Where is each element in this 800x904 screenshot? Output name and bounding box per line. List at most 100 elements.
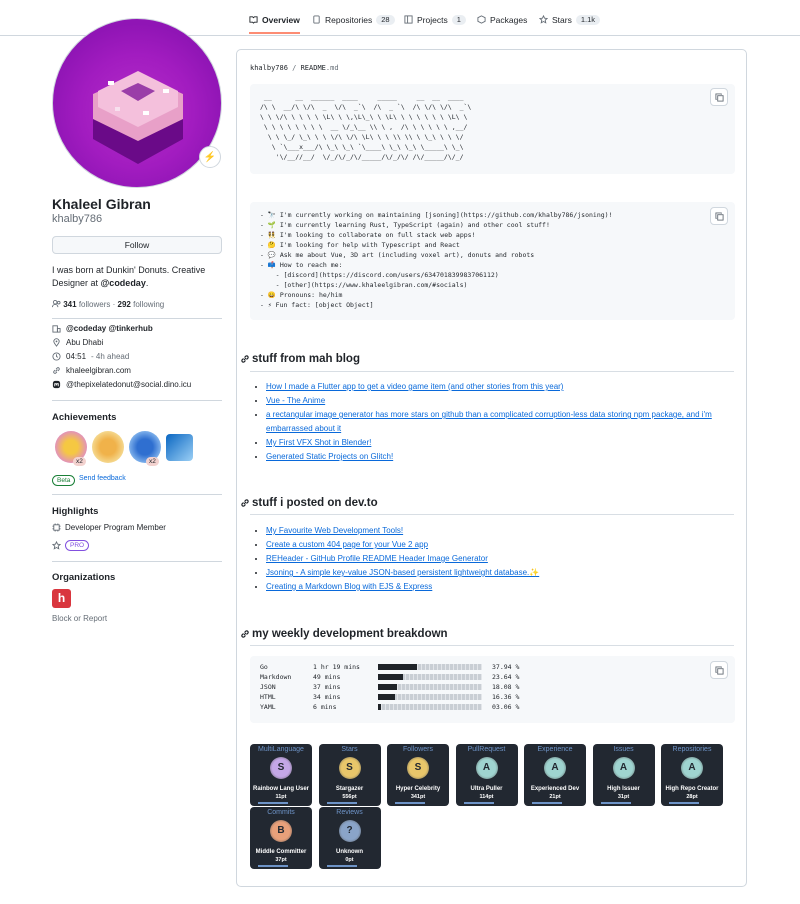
trophy-rank: S xyxy=(414,762,422,773)
star-icon xyxy=(52,541,61,550)
clock-icon xyxy=(52,352,61,361)
trophy-category: Issues xyxy=(613,746,634,753)
language-label: HTML xyxy=(260,693,276,701)
trophy-progress xyxy=(600,802,631,804)
trophy-card: Issues A High Issuer 31pt xyxy=(592,744,655,806)
avatar[interactable] xyxy=(52,18,222,188)
tab-repositories[interactable]: Repositories 28 xyxy=(312,8,395,34)
trophy-points: 0pt xyxy=(345,857,354,863)
post-link[interactable]: Creating a Markdown Blog with EJS & Expr… xyxy=(266,582,432,591)
post-link[interactable]: How I made a Flutter app to get a video … xyxy=(266,382,563,391)
copy-icon xyxy=(714,92,724,102)
time-label: 34 mins xyxy=(313,693,341,701)
progress-fill xyxy=(378,674,403,680)
tab-packages[interactable]: Packages xyxy=(477,8,527,34)
list-item: Generated Static Projects on Glitch! xyxy=(266,450,726,464)
profile-username: khalby786 xyxy=(52,213,103,225)
project-icon xyxy=(404,15,413,24)
org-avatar-tinkerhub[interactable]: h xyxy=(52,589,71,608)
cpu-icon xyxy=(52,523,61,532)
trophy-points: 341pt xyxy=(410,794,426,800)
follow-button[interactable]: Follow xyxy=(52,236,222,254)
trophy-card: PullRequest A Ultra Puller 114pt xyxy=(455,744,518,806)
achievement-multiplier: x2 xyxy=(73,457,86,466)
stars-count: 1.1k xyxy=(575,15,601,25)
list-item: Jsoning - A simple key-value JSON-based … xyxy=(266,566,726,580)
tab-projects[interactable]: Projects 1 xyxy=(404,8,466,34)
trophy-title: Experienced Dev xyxy=(530,786,580,792)
percent-label: 03.06 % xyxy=(492,703,520,711)
divider xyxy=(250,371,734,372)
anchor-link-icon[interactable] xyxy=(240,354,250,364)
achievement-multiplier: x2 xyxy=(146,457,159,466)
post-link[interactable]: Jsoning - A simple key-value JSON-based … xyxy=(266,568,539,577)
blog-list: How I made a Flutter app to get a video … xyxy=(266,380,726,464)
anchor-link-icon[interactable] xyxy=(240,629,250,639)
time-label: 37 mins xyxy=(313,683,341,691)
trophy-category: MultiLanguage xyxy=(258,746,304,753)
list-item: My Favourite Web Development Tools! xyxy=(266,524,726,538)
status-icon[interactable]: ⚡ xyxy=(199,146,221,168)
list-item: How I made a Flutter app to get a video … xyxy=(266,380,726,394)
language-label: JSON xyxy=(260,683,276,691)
about-me-block: - 🔭 I'm currently working on maintaining… xyxy=(250,202,735,320)
post-link[interactable]: Vue - The Anime xyxy=(266,396,325,405)
about-line: - [discord](https://discord.com/users/63… xyxy=(260,271,499,279)
copy-button[interactable] xyxy=(710,207,728,225)
list-item: My First VFX Shot in Blender! xyxy=(266,436,726,450)
post-link[interactable]: My First VFX Shot in Blender! xyxy=(266,438,371,447)
vcard-website: khaleelgibran.com xyxy=(52,366,131,375)
trophy-progress xyxy=(669,802,699,804)
trophy-rank: A xyxy=(619,762,628,773)
trophy-rank: ? xyxy=(346,825,353,836)
progress-fill xyxy=(378,684,397,690)
percent-label: 37.94 % xyxy=(492,663,520,671)
achievement-badge[interactable] xyxy=(166,434,193,461)
send-feedback-link[interactable]: Send feedback xyxy=(79,475,126,482)
trophy-progress xyxy=(258,802,288,804)
list-item: a rectangular image generator has more s… xyxy=(266,408,726,436)
trophy-category: Reviews xyxy=(336,809,363,816)
divider xyxy=(250,514,734,515)
copy-button[interactable] xyxy=(710,88,728,106)
tab-stars[interactable]: Stars 1.1k xyxy=(539,8,601,34)
post-link[interactable]: My Favourite Web Development Tools! xyxy=(266,526,403,535)
trophy-title: High Issuer xyxy=(607,786,640,792)
post-link[interactable]: Create a custom 404 page for your Vue 2 … xyxy=(266,540,428,549)
trophy-progress xyxy=(463,802,494,804)
divider xyxy=(52,561,222,562)
copy-button[interactable] xyxy=(710,661,728,679)
tab-overview[interactable]: Overview xyxy=(249,8,300,34)
trophy-progress xyxy=(326,802,357,804)
post-link[interactable]: REHeader - GitHub Profile README Header … xyxy=(266,554,488,563)
package-icon xyxy=(477,15,486,24)
blog-heading: stuff from mah blog xyxy=(240,353,360,365)
post-link[interactable]: Generated Static Projects on Glitch! xyxy=(266,452,393,461)
percent-label: 23.64 % xyxy=(492,673,520,681)
language-label: YAML xyxy=(260,703,276,711)
language-label: Go xyxy=(260,663,268,671)
trophy-rank: A xyxy=(551,762,559,773)
donut-voxel-image xyxy=(93,71,183,164)
about-line: - [other](https://www.khaleelgibran.com/… xyxy=(260,281,468,289)
progress-fill xyxy=(378,704,382,710)
anchor-link-icon[interactable] xyxy=(240,498,250,508)
weekly-row: Go 1 hr 19 mins 37.94 % xyxy=(260,662,530,672)
following-count[interactable]: 292 xyxy=(118,300,131,309)
copy-icon xyxy=(714,211,724,221)
book-icon xyxy=(249,16,258,24)
trophy-rank: B xyxy=(277,825,285,836)
post-link[interactable]: a rectangular image generator has more s… xyxy=(266,410,712,433)
followers-count[interactable]: 341 xyxy=(63,300,76,309)
progress-track xyxy=(378,694,482,700)
trophy-category: Commits xyxy=(267,809,295,816)
achievement-badge[interactable] xyxy=(92,431,124,463)
bio-org-link[interactable]: @codeday xyxy=(101,278,146,288)
list-item: REHeader - GitHub Profile README Header … xyxy=(266,552,726,566)
lightning-icon: ⚡ xyxy=(203,151,217,163)
trophy-card: MultiLanguage S Rainbow Lang User 11pt xyxy=(250,744,312,806)
about-line: - 🤔 I'm looking for help with Typescript… xyxy=(260,241,460,249)
block-or-report-link[interactable]: Block or Report xyxy=(52,614,107,623)
link-icon xyxy=(53,367,60,374)
trophy-points: 37pt xyxy=(275,857,287,863)
